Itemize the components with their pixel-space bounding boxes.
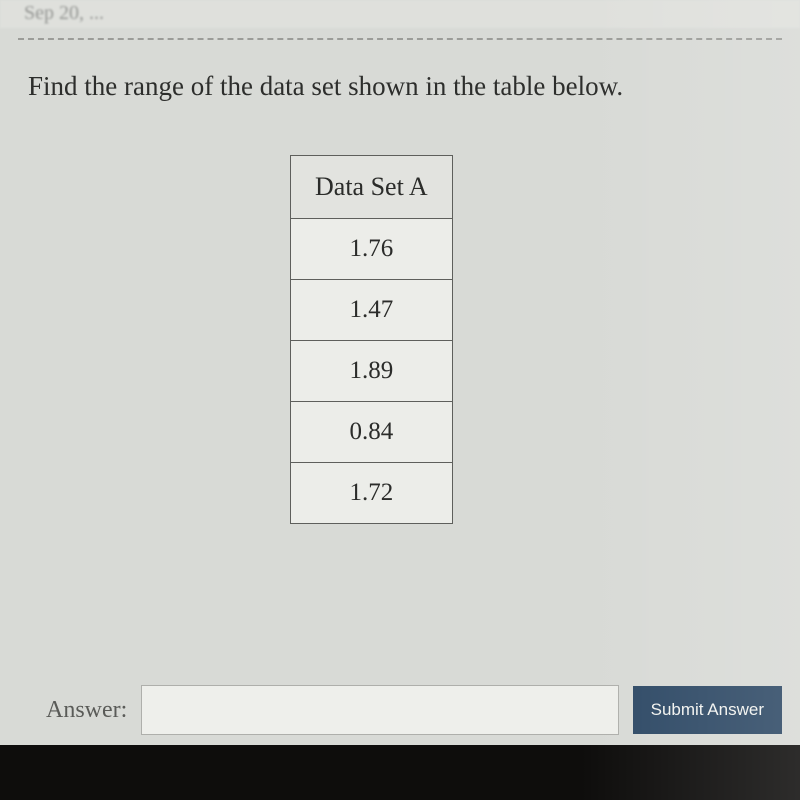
- table-header-row: Data Set A: [291, 156, 453, 219]
- table-row: 1.47: [291, 280, 453, 341]
- table-cell: 1.76: [291, 219, 453, 280]
- answer-section: Answer: Submit Answer: [0, 675, 800, 745]
- question-prompt: Find the range of the data set shown in …: [28, 68, 780, 104]
- table-row: 0.84: [291, 402, 453, 463]
- data-table-container: Data Set A 1.76 1.47 1.89 0.84 1.72: [290, 155, 453, 524]
- table-cell: 0.84: [291, 402, 453, 463]
- table-row: 1.72: [291, 463, 453, 524]
- cropped-header-text: Sep 20, ...: [0, 0, 800, 28]
- device-bezel-bottom: [0, 745, 800, 800]
- table-cell: 1.72: [291, 463, 453, 524]
- data-set-table: Data Set A 1.76 1.47 1.89 0.84 1.72: [290, 155, 453, 524]
- answer-input[interactable]: [141, 685, 618, 735]
- table-cell: 1.89: [291, 341, 453, 402]
- table-row: 1.89: [291, 341, 453, 402]
- table-row: 1.76: [291, 219, 453, 280]
- submit-answer-button[interactable]: Submit Answer: [633, 686, 782, 734]
- answer-label: Answer:: [18, 697, 127, 724]
- table-header-cell: Data Set A: [291, 156, 453, 219]
- table-cell: 1.47: [291, 280, 453, 341]
- section-divider: [18, 38, 782, 40]
